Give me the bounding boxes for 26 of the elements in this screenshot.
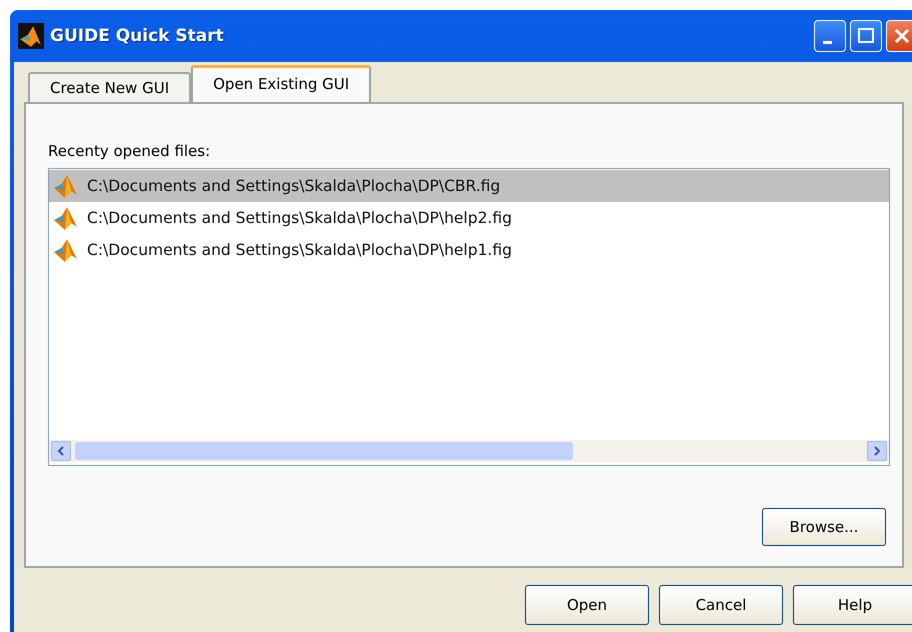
window-title: GUIDE Quick Start <box>50 26 224 46</box>
minimize-icon <box>822 40 832 44</box>
scroll-left-icon[interactable] <box>51 441 71 461</box>
horizontal-scrollbar[interactable] <box>49 440 889 462</box>
figure-file-icon <box>53 205 79 231</box>
dialog-button[interactable]: Open <box>525 585 649 625</box>
figure-file-icon <box>53 237 79 263</box>
app-logo-icon <box>18 23 44 49</box>
file-list-item[interactable]: C:\Documents and Settings\Skalda\Plocha\DP\help1.fig <box>49 234 889 266</box>
figure-file-icon <box>53 173 79 199</box>
file-list-item[interactable]: C:\Documents and Settings\Skalda\Plocha\DP\CBR.fig <box>49 170 889 202</box>
dialog-button[interactable]: Help <box>793 585 912 625</box>
file-path: C:\Documents and Settings\Skalda\Plocha\DP\CBR.fig <box>87 177 500 195</box>
list-label: Recenty opened files: <box>48 142 212 162</box>
tab[interactable]: Create New GUI <box>28 72 192 102</box>
maximize-button[interactable] <box>850 20 882 52</box>
scroll-right-icon[interactable] <box>867 441 887 461</box>
close-button[interactable] <box>886 20 912 52</box>
browse-button[interactable]: Browse... <box>762 508 886 546</box>
file-list-item[interactable]: C:\Documents and Settings\Skalda\Plocha\DP\help2.fig <box>49 202 889 234</box>
file-path: C:\Documents and Settings\Skalda\Plocha\DP\help1.fig <box>87 241 512 259</box>
tab[interactable]: Open Existing GUI <box>191 65 372 102</box>
scroll-thumb[interactable] <box>75 442 573 460</box>
dialog-button[interactable]: Cancel <box>659 585 783 625</box>
minimize-button[interactable] <box>814 20 846 52</box>
file-path: C:\Documents and Settings\Skalda\Plocha\DP\help2.fig <box>87 209 512 227</box>
